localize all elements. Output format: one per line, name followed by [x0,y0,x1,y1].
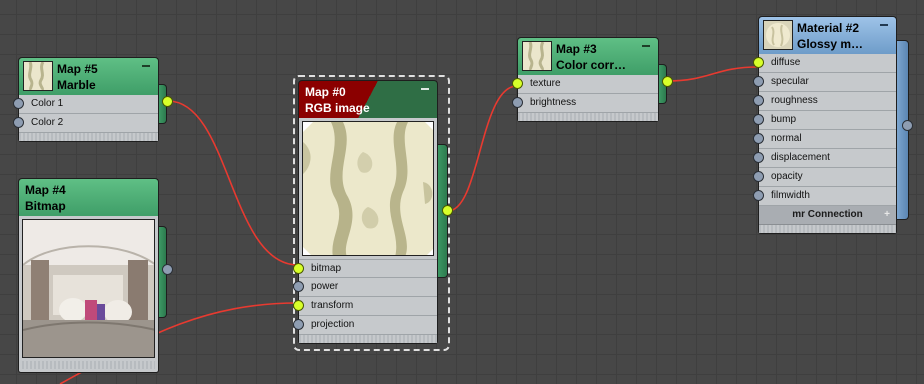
input-socket[interactable] [753,95,764,106]
minimize-icon[interactable] [421,88,429,90]
input-specular[interactable]: specular [753,73,896,92]
input-socket[interactable] [293,263,304,274]
input-label: filmwidth [771,190,810,201]
minimize-icon[interactable] [642,45,650,47]
node-body: texture brightness [512,75,659,122]
input-label: power [311,281,339,292]
input-label: roughness [771,95,818,106]
input-label: Color 2 [31,117,64,128]
input-diffuse[interactable]: diffuse [753,54,896,73]
node-map0-rgb-image[interactable]: Map #0 RGB image bitmap power transform … [293,80,438,344]
node-header[interactable]: Map #3 Color corr… [517,37,659,75]
input-socket[interactable] [13,98,24,109]
node-title: Map #4 [25,183,66,197]
input-power[interactable]: power [293,278,437,297]
input-color2[interactable]: Color 2 [13,114,158,133]
input-label: projection [311,319,355,330]
input-socket[interactable] [13,117,24,128]
mr-connection-rollout[interactable]: mr Connection + [759,206,896,225]
input-projection[interactable]: projection [293,316,437,335]
output-socket[interactable] [162,264,173,275]
input-socket[interactable] [753,114,764,125]
input-socket[interactable] [293,281,304,292]
output-socket[interactable] [442,205,453,216]
output-socket[interactable] [902,120,913,131]
node-subtitle: RGB image [305,101,370,115]
input-label: specular [771,76,809,87]
input-socket[interactable] [753,57,764,68]
input-label: bump [771,114,797,125]
node-header[interactable]: Map #5 Marble [18,57,159,95]
input-label: normal [771,133,802,144]
node-title: Map #5 [57,62,98,76]
input-socket[interactable] [753,152,764,163]
bitmap-preview-image [22,219,155,358]
input-roughness[interactable]: roughness [753,92,896,111]
node-title: Map #3 [556,42,597,56]
node-body: diffuse specular roughness bump normal d… [753,54,897,234]
rgb-image-preview [302,121,434,256]
node-title: Map #0 [305,85,346,99]
node-header[interactable]: Material #2 Glossy m… [758,16,897,54]
input-socket[interactable] [293,319,304,330]
input-label: displacement [771,152,830,163]
input-label: texture [530,78,561,89]
input-label: opacity [771,171,803,182]
input-socket[interactable] [753,171,764,182]
node-header[interactable]: Map #4 Bitmap [18,178,159,216]
node-body: Color 1 Color 2 [13,95,159,142]
node-map3-color-correction[interactable]: Map #3 Color corr… texture brightness [512,37,659,122]
rollout-label: mr Connection [792,209,863,220]
output-socket[interactable] [662,76,673,87]
node-subtitle: Marble [57,78,96,92]
resize-grip[interactable] [19,133,158,141]
input-label: Color 1 [31,98,64,109]
node-body [18,216,159,373]
node-subtitle: Color corr… [556,58,627,72]
input-socket[interactable] [512,78,523,89]
input-label: brightness [530,97,577,108]
input-label: bitmap [311,263,342,274]
marble-thumbnail [23,61,53,92]
input-bitmap[interactable]: bitmap [293,259,437,278]
input-socket[interactable] [293,300,304,311]
resize-grip[interactable] [759,225,896,233]
expand-plus-icon[interactable]: + [884,206,890,224]
wire-map3-to-diffuse[interactable] [666,66,759,82]
wire-map5-to-bitmap[interactable] [167,100,299,266]
input-label: diffuse [771,57,801,68]
input-socket[interactable] [512,97,523,108]
input-color1[interactable]: Color 1 [13,95,158,114]
resize-grip[interactable] [22,361,155,369]
input-socket[interactable] [753,133,764,144]
material-sphere-thumbnail [763,20,793,50]
input-opacity[interactable]: opacity [753,168,896,187]
node-map5-marble[interactable]: Map #5 Marble Color 1 Color 2 [13,57,159,142]
node-material2-glossy[interactable]: Material #2 Glossy m… diffuse specular r… [753,16,897,234]
node-subtitle: Bitmap [25,199,66,213]
wire-map0-to-texture[interactable] [447,85,518,212]
input-normal[interactable]: normal [753,130,896,149]
node-header[interactable]: Map #0 RGB image [298,80,438,118]
node-body: bitmap power transform projection [293,118,438,344]
resize-grip[interactable] [299,335,437,343]
minimize-icon[interactable] [880,24,888,26]
input-displacement[interactable]: displacement [753,149,896,168]
input-transform[interactable]: transform [293,297,437,316]
input-texture[interactable]: texture [512,75,658,94]
node-title: Material #2 [797,21,860,35]
input-filmwidth[interactable]: filmwidth [753,187,896,206]
minimize-icon[interactable] [142,65,150,67]
input-socket[interactable] [753,76,764,87]
input-label: transform [311,300,354,311]
node-subtitle: Glossy m… [797,37,864,51]
node-map4-bitmap[interactable]: Map #4 Bitmap [18,178,159,373]
input-bump[interactable]: bump [753,111,896,130]
input-brightness[interactable]: brightness [512,94,658,113]
input-socket[interactable] [753,190,764,201]
resize-grip[interactable] [518,113,658,121]
output-socket[interactable] [162,96,173,107]
color-correction-thumbnail [522,41,552,72]
